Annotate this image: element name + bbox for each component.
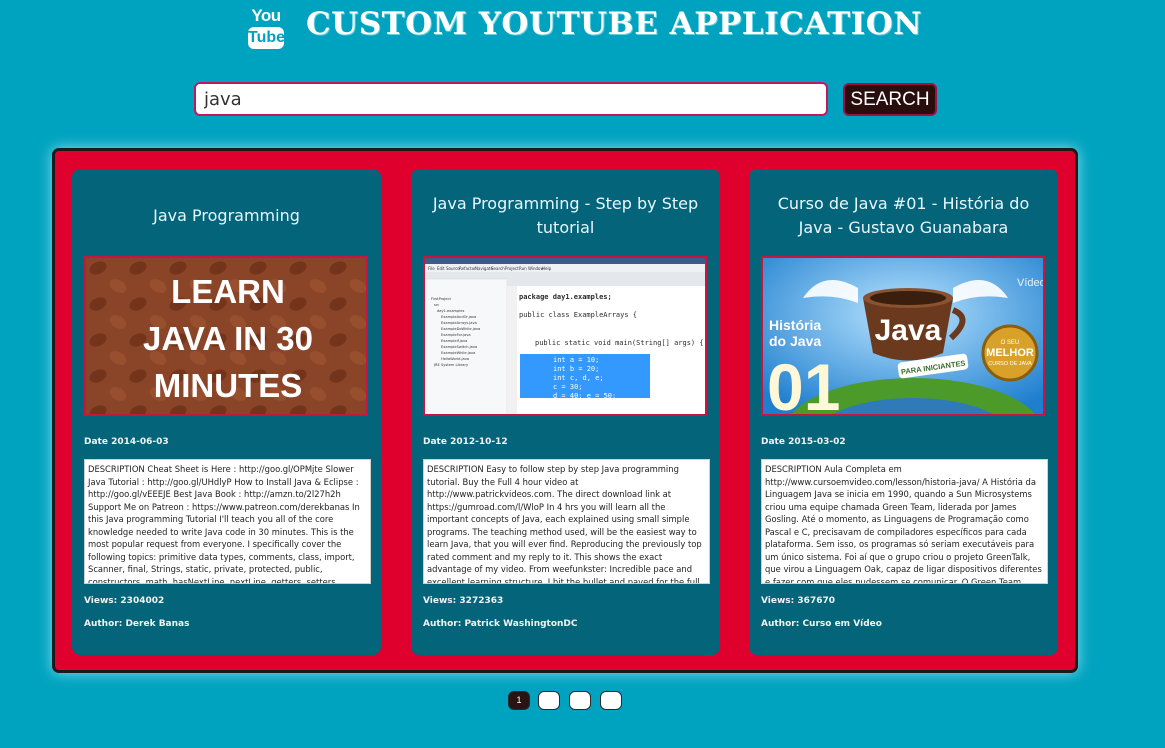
ide-menu-item: Edit bbox=[437, 266, 445, 271]
date-value: 2014-06-03 bbox=[111, 437, 169, 447]
video-title[interactable]: Curso de Java #01 - História do Java - G… bbox=[759, 192, 1048, 240]
code-line: public static void main(String[] args) { bbox=[535, 339, 704, 347]
author-label: Author: bbox=[761, 619, 800, 629]
author-value: Curso em Vídeo bbox=[802, 619, 882, 629]
youtube-logo-icon: You Tube bbox=[247, 6, 285, 50]
video-author: Author: Curso em Vídeo bbox=[761, 619, 882, 629]
video-card[interactable]: Curso de Java #01 - História do Java - G… bbox=[749, 169, 1058, 655]
code-line: d = 40; e = 50; bbox=[553, 392, 616, 400]
ide-menu-item: Run bbox=[519, 266, 527, 271]
code-line: int c, d, e; bbox=[553, 374, 604, 382]
date-label: Date bbox=[84, 437, 108, 447]
video-description[interactable]: DESCRIPTION Aula Completa em http://www.… bbox=[761, 459, 1048, 584]
code-line: package day1.examples; bbox=[519, 293, 612, 301]
app-title: Custom Youtube Application bbox=[306, 6, 923, 42]
thumb-video-word: Vídeo bbox=[1017, 277, 1045, 289]
views-value: 2304002 bbox=[120, 596, 165, 606]
views-label: Views: bbox=[761, 596, 795, 606]
ide-tree-item: src bbox=[434, 303, 439, 307]
logo-you-text: You bbox=[251, 6, 281, 25]
ide-tree-item: ExampleFor.java bbox=[441, 333, 471, 337]
author-label: Author: bbox=[84, 619, 123, 629]
ide-menu-item: Project bbox=[505, 266, 519, 271]
thumb-java-text: Java bbox=[875, 314, 942, 347]
ide-tree-item: ExampleIf.java bbox=[441, 339, 467, 343]
ide-tree-item: ExampleAndOr.java bbox=[441, 315, 476, 319]
video-author: Author: Derek Banas bbox=[84, 619, 189, 629]
video-title[interactable]: Java Programming bbox=[82, 204, 371, 228]
video-title[interactable]: Java Programming - Step by Step tutorial bbox=[421, 192, 710, 240]
ide-tree-item: ExampleDoWhile.java bbox=[441, 327, 480, 331]
thumb-line-2: JAVA IN 30 bbox=[143, 320, 313, 357]
video-description[interactable]: DESCRIPTION Cheat Sheet is Here : http:/… bbox=[84, 459, 371, 584]
page-button-3[interactable]: 3 bbox=[569, 691, 591, 710]
results-panel: Java Programming LEARN JAVA IN 30 MINUTE… bbox=[52, 148, 1078, 673]
views-label: Views: bbox=[84, 596, 118, 606]
thumb-line-3: MINUTES bbox=[154, 367, 303, 404]
ide-menu-item: File bbox=[428, 266, 435, 271]
thumb-historia: História bbox=[769, 317, 821, 333]
views-value: 3272363 bbox=[459, 596, 504, 606]
date-value: 2012-10-12 bbox=[450, 437, 508, 447]
video-card[interactable]: Java Programming LEARN JAVA IN 30 MINUTE… bbox=[72, 169, 381, 655]
thumb-badge-2: MELHOR bbox=[986, 347, 1034, 359]
thumb-line-1: LEARN bbox=[171, 273, 285, 310]
ide-menu-item: Search bbox=[491, 266, 505, 271]
author-label: Author: bbox=[423, 619, 462, 629]
thumb-badge-3: CURSO DE JAVA bbox=[988, 361, 1032, 367]
search-button[interactable]: SEARCH bbox=[843, 83, 937, 116]
video-views: Views: 2304002 bbox=[84, 596, 164, 606]
ide-tree-item: FirstProject bbox=[431, 297, 451, 301]
thumbnail-learn-java: LEARN JAVA IN 30 MINUTES bbox=[86, 258, 366, 414]
video-thumbnail[interactable]: LEARN JAVA IN 30 MINUTES bbox=[84, 256, 368, 416]
code-line: int b = 20; bbox=[553, 365, 599, 373]
ide-tree-item: ExampleSwitch.java bbox=[441, 345, 477, 349]
ide-menu-item: Help bbox=[542, 266, 552, 271]
logo-tube-text: Tube bbox=[248, 27, 285, 49]
views-value: 367670 bbox=[797, 596, 835, 606]
author-value: Derek Banas bbox=[125, 619, 190, 629]
video-date: Date 2012-10-12 bbox=[423, 437, 508, 447]
ide-tree-item: JRE System Library bbox=[433, 363, 469, 367]
code-line: public class ExampleArrays { bbox=[519, 311, 637, 319]
thumb-do-java: do Java bbox=[769, 333, 821, 349]
video-thumbnail[interactable]: File Edit Source Refactor Navigate Searc… bbox=[423, 256, 707, 416]
video-thumbnail[interactable]: Java História do Java 01 PARA INICIANTES… bbox=[761, 256, 1045, 416]
views-label: Views: bbox=[423, 596, 457, 606]
date-value: 2015-03-02 bbox=[788, 437, 846, 447]
app-header: You Tube Custom Youtube Application bbox=[0, 4, 1165, 54]
page-button-2[interactable]: 2 bbox=[538, 691, 560, 710]
author-value: Patrick WashingtonDC bbox=[464, 619, 578, 629]
ide-tree-item: HelloWorld.java bbox=[441, 357, 469, 361]
thumbnail-curso-java: Java História do Java 01 PARA INICIANTES… bbox=[763, 258, 1045, 416]
code-line: int a = 10; bbox=[553, 356, 599, 364]
video-date: Date 2015-03-02 bbox=[761, 437, 846, 447]
code-line: c = 30; bbox=[553, 383, 583, 391]
page-button-4[interactable]: 4 bbox=[600, 691, 622, 710]
thumb-number: 01 bbox=[767, 350, 840, 416]
search-input[interactable] bbox=[194, 82, 828, 116]
ide-tree-item: ExampleArrays.java bbox=[441, 321, 477, 325]
ide-tree-item: day1.examples bbox=[437, 309, 465, 313]
ide-menu-item: Refactor bbox=[459, 266, 476, 271]
video-author: Author: Patrick WashingtonDC bbox=[423, 619, 578, 629]
thumb-badge-1: O SEU bbox=[1001, 340, 1020, 346]
thumbnail-ide-screenshot: File Edit Source Refactor Navigate Searc… bbox=[425, 258, 705, 414]
video-date: Date 2014-06-03 bbox=[84, 437, 169, 447]
ide-tree-item: ExampleWhile.java bbox=[441, 351, 475, 355]
video-card[interactable]: Java Programming - Step by Step tutorial… bbox=[411, 169, 720, 655]
video-views: Views: 367670 bbox=[761, 596, 835, 606]
page-button-1[interactable]: 1 bbox=[508, 691, 530, 710]
date-label: Date bbox=[423, 437, 447, 447]
date-label: Date bbox=[761, 437, 785, 447]
video-description[interactable]: DESCRIPTION Easy to follow step by step … bbox=[423, 459, 710, 584]
video-views: Views: 3272363 bbox=[423, 596, 503, 606]
